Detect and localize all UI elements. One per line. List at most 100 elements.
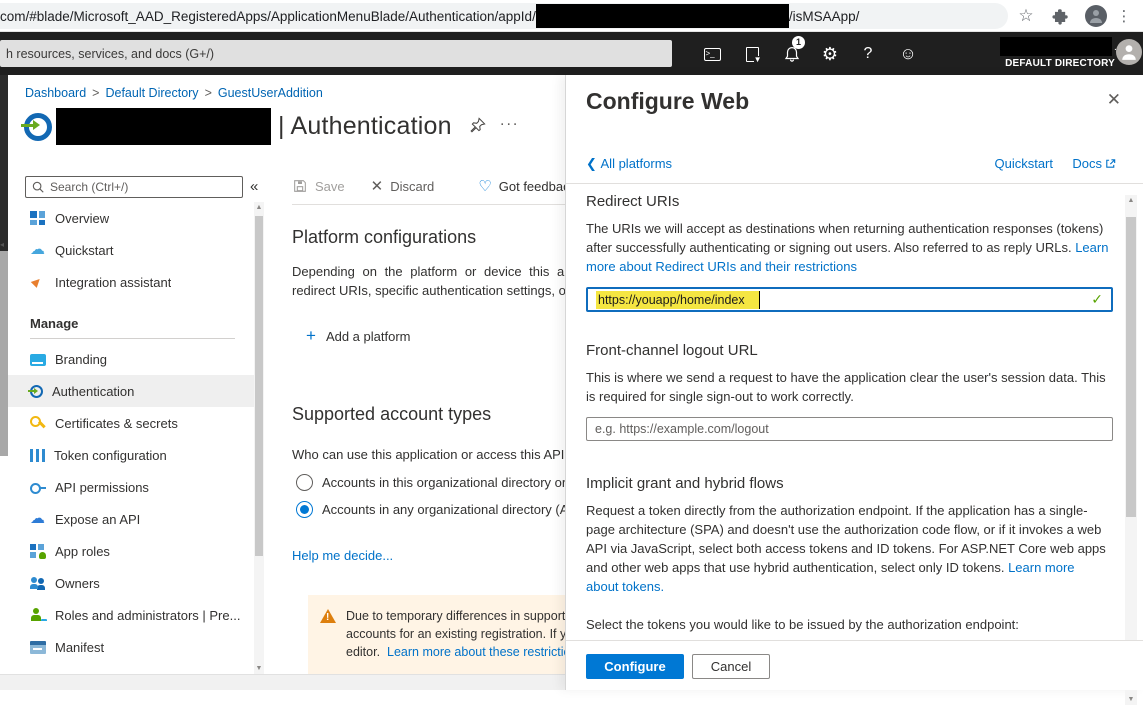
sidebar-item-owners[interactable]: Owners	[8, 567, 254, 599]
more-options-icon[interactable]: ...	[500, 112, 519, 130]
restrictions-learn-more-link[interactable]: Learn more about these restrictions.	[387, 645, 565, 659]
platform-desc-line2: redirect URIs, specific authentication s…	[292, 281, 565, 300]
valid-check-icon: ✓	[1091, 291, 1103, 308]
app-name-redaction	[56, 108, 271, 145]
sidebar-item-token-configuration[interactable]: Token configuration	[8, 439, 254, 471]
grid-icon	[30, 210, 46, 226]
sidebar-item-certificates-secrets[interactable]: Certificates & secrets	[8, 407, 254, 439]
browser-chrome: com/#blade/Microsoft_AAD_RegisteredApps/…	[0, 0, 1143, 32]
redirect-uri-input[interactable]: https://youapp/home/index ✓	[586, 287, 1113, 312]
notifications-bell-icon[interactable]: 1	[780, 42, 804, 66]
sidebar-item-overview[interactable]: Overview	[8, 202, 254, 234]
accounts-question: Who can use this application or access t…	[292, 445, 565, 464]
scroll-up-icon[interactable]: ▲	[254, 204, 264, 211]
breadcrumb-dashboard[interactable]: Dashboard	[25, 86, 86, 100]
sidebar-item-label: Overview	[55, 211, 109, 226]
directory-filter-icon[interactable]	[740, 42, 764, 66]
redirect-uri-value: https://youapp/home/index	[596, 291, 760, 309]
radio-selected-icon[interactable]	[296, 501, 313, 518]
cancel-button[interactable]: Cancel	[692, 654, 770, 679]
owners-icon	[30, 575, 46, 591]
sidebar-item-authentication[interactable]: Authentication	[8, 375, 254, 407]
sidebar-item-quickstart[interactable]: Quickstart	[8, 234, 254, 266]
manifest-icon	[30, 641, 46, 654]
sidebar-search-input[interactable]: Search (Ctrl+/)	[25, 176, 243, 198]
panel-scroll-up-icon[interactable]: ▲	[1125, 197, 1137, 204]
auth-icon	[30, 385, 43, 398]
url-text: com/#blade/Microsoft_AAD_RegisteredApps/…	[0, 9, 536, 24]
scroll-down-icon[interactable]: ▼	[254, 665, 264, 672]
plus-icon: +	[306, 326, 316, 346]
panel-scroll-down-icon[interactable]: ▼	[1125, 696, 1137, 703]
sidebar-item-label: Quickstart	[55, 243, 114, 258]
docs-link[interactable]: Docs	[1072, 156, 1117, 171]
radio-option-this-directory[interactable]: Accounts in this organizational director…	[296, 474, 565, 491]
breadcrumb-app[interactable]: GuestUserAddition	[218, 86, 323, 100]
supported-account-types-heading: Supported account types	[292, 404, 565, 425]
azure-top-bar: h resources, services, and docs (G+/) >_…	[0, 32, 1143, 75]
help-icon[interactable]: ?	[856, 42, 880, 66]
radio-unselected-icon[interactable]	[296, 474, 313, 491]
left-nav-edge-strip	[0, 75, 8, 251]
notification-badge: 1	[792, 36, 805, 49]
platform-desc-line1: Depending on the platform or device this…	[292, 262, 565, 281]
quickstart-link[interactable]: Quickstart	[994, 156, 1053, 171]
sidebar-nav: OverviewQuickstartIntegration assistant …	[8, 202, 254, 663]
radio-option-any-directory[interactable]: Accounts in any organizational directory…	[296, 501, 565, 518]
extensions-puzzle-icon[interactable]	[1048, 4, 1072, 28]
sidebar-item-app-roles[interactable]: App roles	[8, 535, 254, 567]
sidebar-item-expose-an-api[interactable]: Expose an API	[8, 503, 254, 535]
sidebar-item-label: Manifest	[55, 640, 104, 655]
url-suffix: /isMSAApp/	[789, 9, 860, 24]
sidebar-scrollbar[interactable]: ▲ ▼	[254, 202, 264, 674]
platform-configurations-heading: Platform configurations	[292, 227, 565, 248]
command-bar: Save ✕ Discard ♡ Got feedback?	[292, 168, 565, 204]
directory-label: DEFAULT DIRECTORY	[955, 58, 1115, 69]
settings-gear-icon[interactable]: ⚙	[818, 42, 842, 66]
pin-icon[interactable]	[468, 116, 487, 135]
warning-banner: Due to temporary differences in supporte…	[308, 595, 565, 674]
breadcrumb-directory[interactable]: Default Directory	[105, 86, 198, 100]
discard-button[interactable]: ✕ Discard	[371, 177, 435, 195]
breadcrumb: Dashboard>Default Directory>GuestUserAdd…	[25, 86, 323, 100]
panel-footer: Configure Cancel	[566, 640, 1143, 690]
authentication-blade-content: Save ✕ Discard ♡ Got feedback? Platform …	[292, 168, 565, 674]
sidebar-item-manifest[interactable]: Manifest	[8, 631, 254, 663]
panel-scrollbar-thumb[interactable]	[1126, 217, 1136, 517]
left-edge-arrow-icon: ◂	[0, 240, 4, 249]
all-platforms-back-link[interactable]: ❮ All platforms	[586, 156, 672, 172]
global-search-text: h resources, services, and docs (G+/)	[6, 47, 214, 61]
url-redaction	[536, 4, 789, 28]
global-search-input[interactable]: h resources, services, and docs (G+/)	[0, 40, 672, 67]
browser-profile-avatar[interactable]	[1085, 5, 1107, 27]
sidebar-item-label: Branding	[55, 352, 107, 367]
address-bar[interactable]: com/#blade/Microsoft_AAD_RegisteredApps/…	[0, 3, 1008, 29]
cloud-shell-icon[interactable]: >_	[700, 42, 724, 66]
help-me-decide-link[interactable]: Help me decide...	[292, 548, 565, 563]
logout-url-input[interactable]	[586, 417, 1113, 441]
external-link-icon	[1104, 157, 1117, 170]
sidebar-scrollbar-thumb[interactable]	[255, 216, 263, 556]
sidebar-item-integration-assistant[interactable]: Integration assistant	[8, 266, 254, 298]
close-icon[interactable]: ✕	[1107, 90, 1121, 110]
apiperm-icon	[30, 479, 46, 495]
account-name-redaction	[1000, 37, 1112, 56]
roles-icon	[30, 607, 46, 623]
azure-profile-avatar[interactable]	[1116, 39, 1142, 65]
sidebar-item-branding[interactable]: Branding	[8, 343, 254, 375]
feedback-smiley-icon[interactable]: ☺	[896, 42, 920, 66]
save-button[interactable]: Save	[292, 178, 345, 194]
configure-button[interactable]: Configure	[586, 654, 684, 679]
add-platform-button[interactable]: + Add a platform	[306, 326, 565, 346]
sidebar-item-label: Certificates & secrets	[55, 416, 178, 431]
browser-menu-icon[interactable]: ⋮	[1112, 4, 1136, 28]
cloud-icon	[30, 511, 46, 527]
panel-scrollbar[interactable]: ▲ ▼	[1125, 195, 1137, 705]
sidebar-item-api-permissions[interactable]: API permissions	[8, 471, 254, 503]
sidebar-item-roles-and-administrators-pre[interactable]: Roles and administrators | Pre...	[8, 599, 254, 631]
sidebar-item-label: Roles and administrators | Pre...	[55, 608, 240, 623]
discard-x-icon: ✕	[371, 177, 384, 195]
feedback-button[interactable]: ♡ Got feedback?	[478, 177, 565, 195]
bookmark-star-icon[interactable]: ☆	[1014, 4, 1038, 28]
sidebar-collapse-button[interactable]: «	[250, 178, 258, 195]
